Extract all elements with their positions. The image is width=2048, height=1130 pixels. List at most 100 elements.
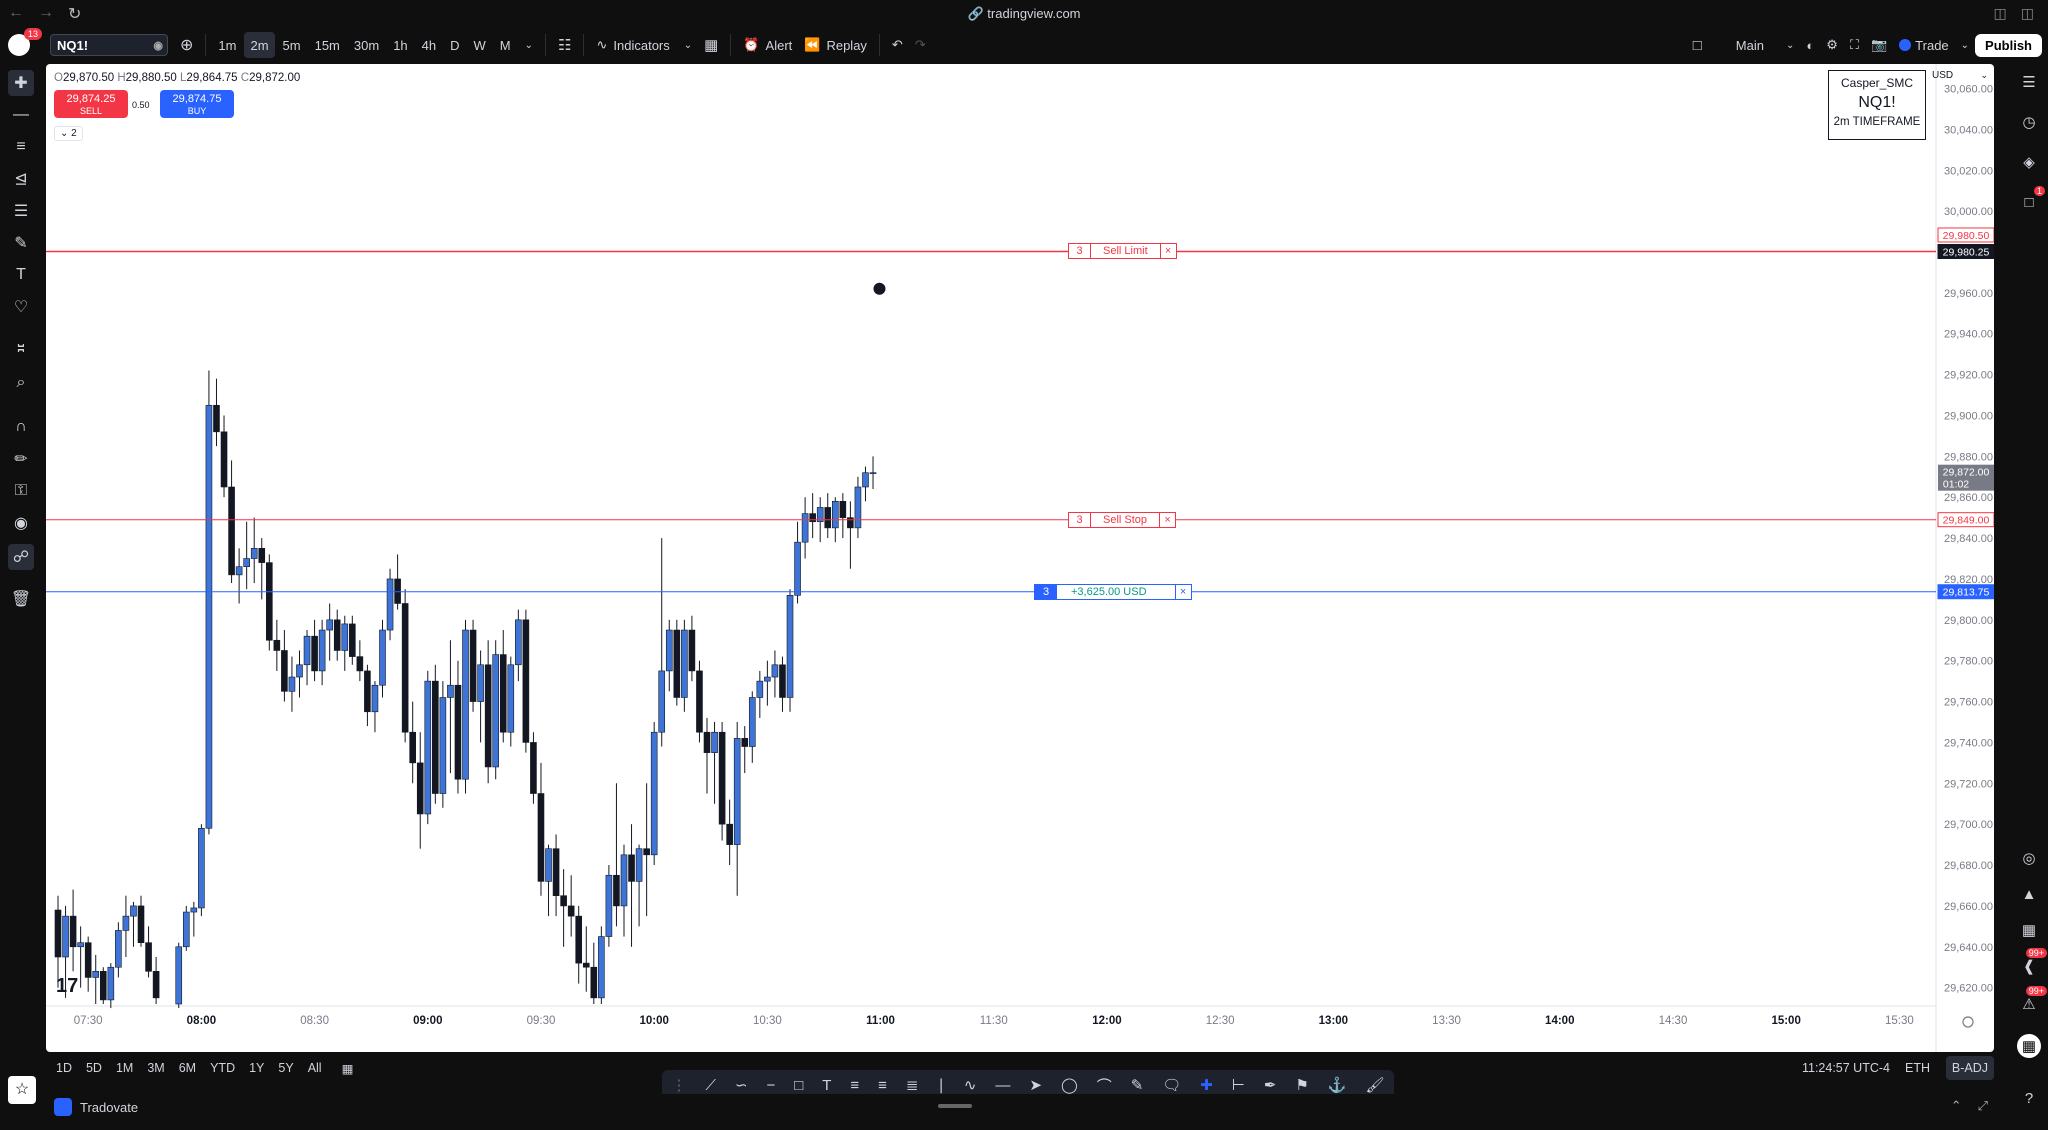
publish-button[interactable]: Publish xyxy=(1975,33,2042,57)
vertical-line-icon[interactable]: ∣ xyxy=(937,1076,945,1094)
buy-button[interactable]: 29,874.75 BUY xyxy=(160,90,234,118)
replay-button[interactable]: ⏪ Replay xyxy=(798,32,873,58)
link-icon[interactable]: ☍ xyxy=(8,544,34,570)
highlighter-icon[interactable]: ✎ xyxy=(1131,1076,1144,1094)
pitchfork-tool-icon[interactable]: ≣ xyxy=(906,1076,919,1094)
range-1m[interactable]: 1M xyxy=(116,1061,133,1076)
apps-grid-icon[interactable]: ▦ xyxy=(2017,1034,2041,1058)
zoom-icon[interactable]: ⌕ xyxy=(8,370,34,396)
trend-line-icon[interactable]: — xyxy=(8,102,34,128)
chevron-down-icon[interactable]: ⌄ xyxy=(1955,32,1975,58)
position-label[interactable]: 3 +3,625.00 USD × xyxy=(1034,583,1192,600)
line-tool-icon[interactable]: ⟋ xyxy=(705,1077,716,1094)
channel-tool-icon[interactable]: ≡ xyxy=(850,1077,859,1094)
range-6m[interactable]: 6M xyxy=(179,1061,196,1076)
close-icon[interactable]: × xyxy=(1159,243,1176,260)
help-icon[interactable]: ? xyxy=(2017,1086,2041,1110)
lock-icon[interactable]: ⚿ xyxy=(8,478,34,504)
arrow-cursor-icon[interactable]: ➤ xyxy=(1029,1076,1042,1094)
address-bar[interactable]: 🔗 tradingview.com xyxy=(0,6,2048,22)
magnet-icon[interactable]: ∩ xyxy=(8,414,34,440)
fib-tool-icon[interactable]: ≡ xyxy=(878,1077,887,1094)
interval-m[interactable]: M xyxy=(494,32,517,58)
layout-square-icon[interactable]: □ xyxy=(1687,32,1708,58)
order-label-stop[interactable]: 3 Sell Stop × xyxy=(1068,511,1177,528)
user-avatar[interactable]: 13 xyxy=(8,28,42,56)
panel-drag-handle[interactable] xyxy=(938,1104,972,1108)
interval-d[interactable]: D xyxy=(444,32,465,58)
wave-tool-icon[interactable]: ∿ xyxy=(964,1076,977,1094)
sidebar-toggle-icon[interactable]: ◫ xyxy=(1994,5,2007,22)
calendar-icon[interactable]: ▦ xyxy=(2017,918,2041,942)
pencil-lock-icon[interactable]: ✏ xyxy=(8,446,34,472)
text-icon[interactable]: T xyxy=(8,262,34,288)
circle-tool-icon[interactable]: ◯ xyxy=(1061,1076,1078,1094)
pen-tool-icon[interactable]: ✒ xyxy=(1264,1076,1277,1094)
watchlist-icon[interactable]: ☰ xyxy=(2017,70,2041,94)
broker-name[interactable]: Tradovate xyxy=(80,1100,138,1115)
interval-2m[interactable]: 2m xyxy=(244,32,275,58)
symbol-search[interactable]: NQ1! ◉ xyxy=(50,34,168,56)
chart-pane[interactable]: 29,620.00 29,640.00 29,660.00 29,680.00 29,7… xyxy=(46,64,1994,1052)
camera-icon[interactable]: 📷 xyxy=(1865,32,1893,58)
price-chart[interactable]: 29,620.00 29,640.00 29,660.00 29,680.00 29,7… xyxy=(46,64,1994,1052)
curve-tool-icon[interactable]: ∽ xyxy=(735,1076,748,1094)
range-5d[interactable]: 5D xyxy=(86,1061,102,1076)
range-3m[interactable]: 3M xyxy=(147,1061,164,1076)
interval-30m[interactable]: 30m xyxy=(348,32,385,58)
window-split-icon[interactable]: ◫ xyxy=(2021,5,2034,22)
heart-icon[interactable]: ♡ xyxy=(8,294,34,320)
range-ytd[interactable]: YTD xyxy=(210,1061,235,1076)
eye-icon[interactable]: ◉ xyxy=(8,510,34,536)
measure-tool-icon[interactable]: ⊢ xyxy=(1232,1076,1245,1094)
mountain-icon[interactable]: ▲ xyxy=(2017,882,2041,906)
compare-symbol-icon[interactable]: ⊕ xyxy=(174,32,199,58)
crosshair-icon[interactable]: ✚ xyxy=(8,70,34,96)
sell-button[interactable]: 29,874.25 SELL xyxy=(54,90,128,118)
currency-select[interactable]: USD ⌄ xyxy=(1932,70,1988,81)
range-5y[interactable]: 5Y xyxy=(278,1061,293,1076)
indicators-button[interactable]: ∿ Indicators ⌄ xyxy=(590,32,698,58)
order-label-limit[interactable]: 3 Sell Limit × xyxy=(1068,243,1177,260)
chevron-up-icon[interactable]: ⌃ xyxy=(1951,1098,1962,1114)
close-icon[interactable]: × xyxy=(1159,511,1175,528)
range-1y[interactable]: 1Y xyxy=(249,1061,264,1076)
adjustment-toggle[interactable]: B-ADJ xyxy=(1945,1056,1994,1080)
goto-date-icon[interactable]: ▦ xyxy=(342,1061,354,1076)
layers-icon[interactable]: ◈ xyxy=(2017,150,2041,174)
chevron-down-icon[interactable]: ⌄ xyxy=(519,32,539,58)
callout-icon[interactable]: 🗨 xyxy=(1162,1076,1181,1094)
clock[interactable]: 11:24:57 UTC-4 xyxy=(1802,1061,1890,1075)
templates-icon[interactable]: ▦ xyxy=(698,32,724,58)
fullscreen-icon[interactable]: ⛶ xyxy=(1844,32,1865,58)
interval-5m[interactable]: 5m xyxy=(277,32,307,58)
quick-search-icon[interactable]: ◐ xyxy=(1800,32,1820,58)
chat-icon[interactable]: □ 1 xyxy=(2017,186,2045,214)
prediction-icon[interactable]: ☰ xyxy=(8,198,34,224)
trade-button[interactable]: Trade xyxy=(1893,32,1954,58)
drag-handle-icon[interactable]: ⋮ xyxy=(671,1076,686,1094)
range-all[interactable]: All xyxy=(308,1061,322,1076)
alerts-clock-icon[interactable]: ◷ xyxy=(2017,110,2041,134)
interval-4h[interactable]: 4h xyxy=(416,32,442,58)
rectangle-tool-icon[interactable]: □ xyxy=(794,1077,803,1094)
redo-icon[interactable]: ↷ xyxy=(909,32,932,58)
layout-select[interactable]: Main ⌄ xyxy=(1730,32,1801,58)
anchor-tool-icon[interactable]: ⚓ xyxy=(1328,1076,1347,1094)
interval-1m[interactable]: 1m xyxy=(212,32,242,58)
gear-icon[interactable]: ⚙ xyxy=(1820,32,1844,58)
pattern-icon[interactable]: ⊴ xyxy=(8,166,34,192)
crosshair-tool-icon[interactable]: ✚ xyxy=(1200,1076,1213,1094)
interval-w[interactable]: W xyxy=(468,32,492,58)
symbol-info-icon[interactable]: ◉ xyxy=(153,39,163,52)
candles-icon[interactable]: ☷ xyxy=(552,32,577,58)
favorites-star-icon[interactable]: ☆ xyxy=(8,1076,36,1104)
interval-1h[interactable]: 1h xyxy=(387,32,413,58)
maximize-icon[interactable]: ⤢ xyxy=(1978,1098,1988,1114)
horizontal-ray-icon[interactable]: − xyxy=(766,1077,775,1094)
ruler-icon[interactable]: ⎶ xyxy=(8,338,34,364)
target-icon[interactable]: ◎ xyxy=(2017,846,2041,870)
ray-tool-icon[interactable]: — xyxy=(995,1077,1010,1094)
broadcast-icon[interactable]: ❰ 99+ xyxy=(2017,948,2047,978)
brush-icon[interactable]: ✎ xyxy=(8,230,34,256)
